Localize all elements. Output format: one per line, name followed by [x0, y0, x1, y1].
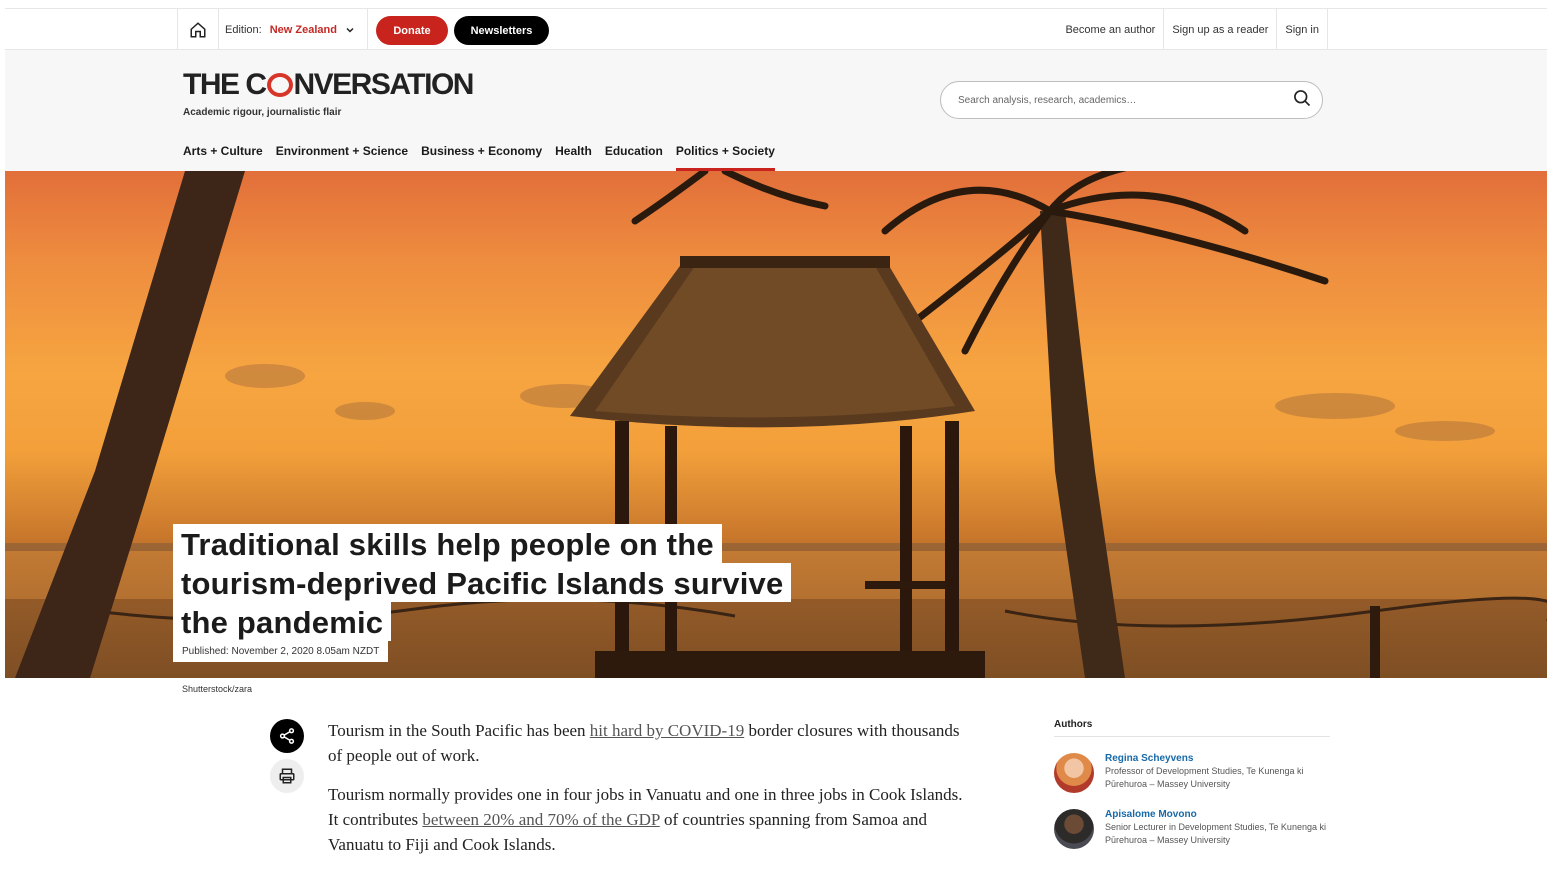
author-role: Senior Lecturer in Development Studies, …	[1105, 822, 1326, 845]
search-icon[interactable]	[1292, 88, 1312, 113]
home-icon	[190, 21, 206, 37]
nav-health[interactable]: Health	[555, 137, 592, 171]
search-input[interactable]	[958, 94, 1292, 106]
sign-up-link[interactable]: Sign up as a reader	[1163, 9, 1276, 50]
headline-line-3: the pandemic	[173, 602, 392, 641]
covid-link[interactable]: hit hard by COVID-19	[590, 721, 744, 740]
author-card[interactable]: Regina Scheyvens Professor of Developmen…	[1054, 753, 1330, 793]
headline-line-1: Traditional skills help people on the	[173, 524, 722, 563]
edition-label: Edition:	[225, 23, 262, 36]
donate-button[interactable]: Donate	[376, 16, 448, 45]
sign-in-link[interactable]: Sign in	[1276, 9, 1328, 50]
nav-arts-culture[interactable]: Arts + Culture	[183, 137, 263, 171]
edition-value: New Zealand	[269, 23, 337, 36]
logo-text-start: THE C	[183, 68, 267, 101]
article-paragraph: Tourism normally provides one in four jo…	[328, 782, 968, 857]
nav-education[interactable]: Education	[605, 137, 663, 171]
tagline: Academic rigour, journalistic flair	[183, 107, 342, 118]
avatar[interactable]	[1054, 809, 1094, 849]
authors-heading: Authors	[1054, 719, 1330, 737]
nav-environment-science[interactable]: Environment + Science	[276, 137, 408, 171]
print-button[interactable]	[270, 759, 304, 793]
hero-image: Traditional skills help people on the to…	[5, 171, 1547, 678]
chevron-down-icon	[345, 25, 355, 35]
newsletters-button[interactable]: Newsletters	[454, 16, 549, 45]
paragraph-text: Tourism in the South Pacific has been	[328, 721, 590, 740]
headline-line-2: tourism-deprived Pacific Islands survive	[173, 563, 792, 602]
share-button[interactable]	[270, 719, 304, 753]
printer-icon	[279, 768, 295, 784]
nav-business-economy[interactable]: Business + Economy	[421, 137, 542, 171]
site-header: THE C NVERSATION Academic rigour, journa…	[5, 50, 1547, 171]
author-card[interactable]: Apisalome Movono Senior Lecturer in Deve…	[1054, 809, 1330, 849]
author-name[interactable]: Regina Scheyvens	[1105, 753, 1330, 764]
article-headline: Traditional skills help people on the to…	[173, 524, 792, 662]
share-icon	[279, 728, 295, 744]
logo-speech-bubble-icon	[266, 73, 293, 97]
gdp-link[interactable]: between 20% and 70% of the GDP	[422, 810, 659, 829]
site-logo[interactable]: THE C NVERSATION	[183, 68, 475, 102]
avatar[interactable]	[1054, 753, 1094, 793]
home-button[interactable]	[177, 9, 219, 50]
image-credit: Shutterstock/zara	[182, 684, 253, 694]
article-body: Tourism in the South Pacific has been hi…	[328, 718, 968, 871]
account-links: Become an author Sign up as a reader Sig…	[1057, 9, 1328, 50]
logo-text-end: NVERSATION	[293, 68, 475, 101]
edition-selector[interactable]: Edition: New Zealand	[225, 9, 368, 50]
section-nav: Arts + Culture Environment + Science Bus…	[183, 137, 788, 171]
search-box	[940, 81, 1323, 119]
author-name[interactable]: Apisalome Movono	[1105, 809, 1330, 820]
nav-politics-society[interactable]: Politics + Society	[675, 137, 775, 171]
article-paragraph: Tourism in the South Pacific has been hi…	[328, 718, 968, 768]
authors-panel: Authors Regina Scheyvens Professor of De…	[1054, 719, 1330, 849]
published-date: Published: November 2, 2020 8.05am NZDT	[173, 641, 389, 662]
top-bar: Edition: New Zealand Donate Newsletters …	[5, 8, 1547, 50]
become-author-link[interactable]: Become an author	[1057, 9, 1163, 50]
author-role: Professor of Development Studies, Te Kun…	[1105, 766, 1304, 789]
